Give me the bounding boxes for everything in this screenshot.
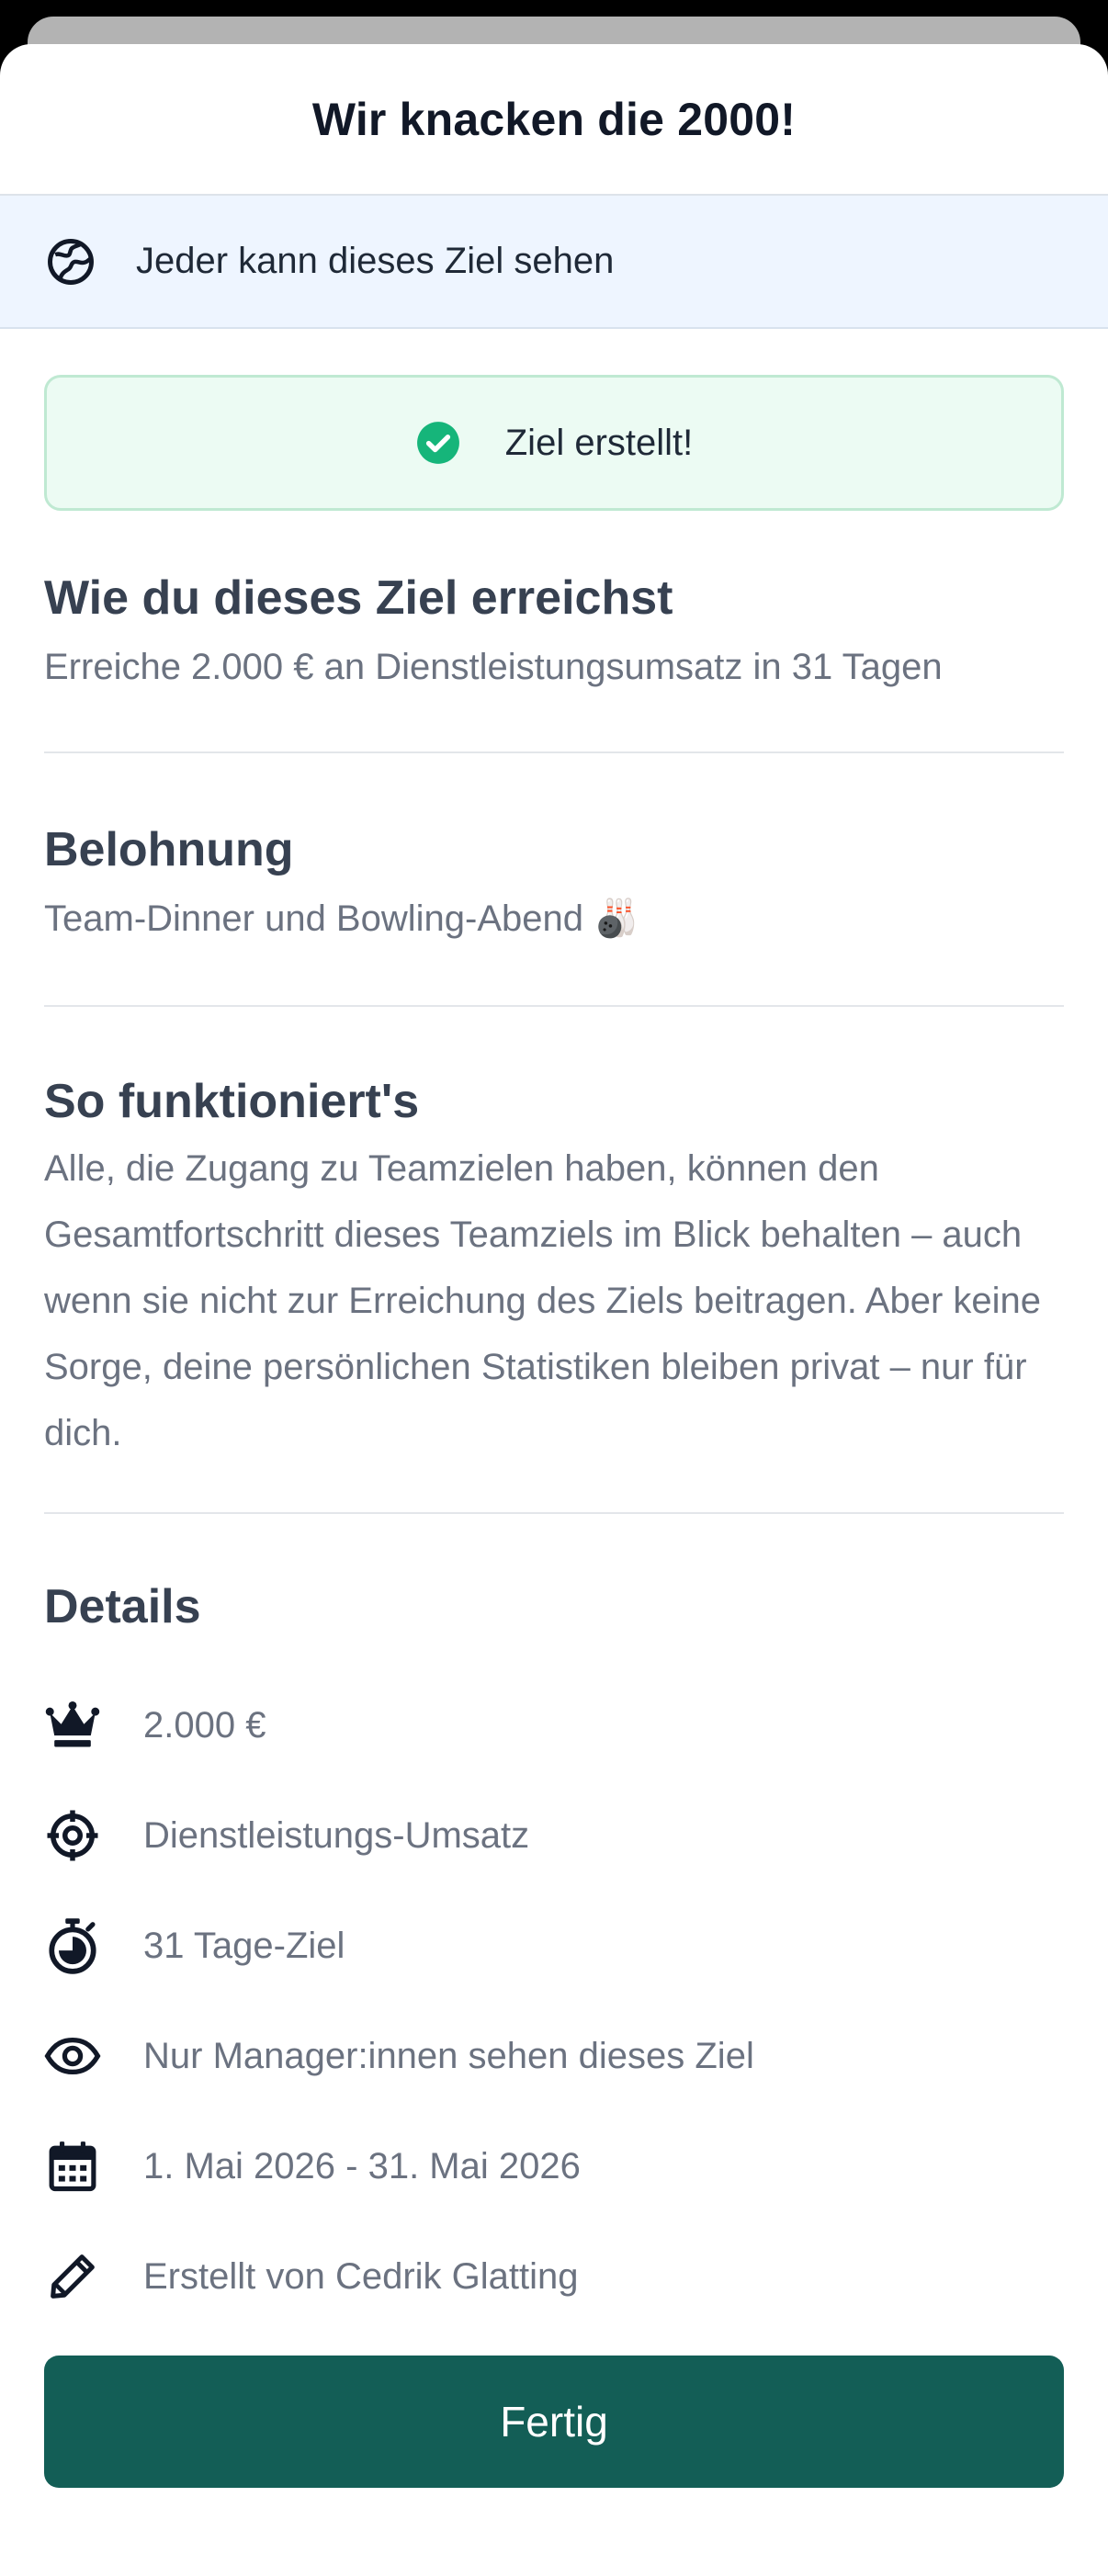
details-section: Details 2.000 € Dienstleistungs-Umsatz 3… [44,1514,1064,2332]
crown-icon [44,1697,101,1754]
how-to-title: Wie du dieses Ziel erreichst [44,571,673,625]
detail-text: Dienstleistungs-Umsatz [143,1814,530,1856]
pencil-icon [44,2248,101,2305]
detail-text: Nur Manager:innen sehen dieses Ziel [143,2035,754,2076]
detail-created-by: Erstellt von Cedrik Glatting [44,2221,1064,2332]
success-message: Ziel erstellt! [44,375,1064,511]
detail-metric: Dienstleistungs-Umsatz [44,1780,1064,1891]
detail-text: 31 Tage-Ziel [143,1925,345,1966]
reward-body: Team-Dinner und Bowling-Abend 🎳 [44,898,639,939]
success-text: Ziel erstellt! [504,422,694,463]
visibility-text: Jeder kann dieses Ziel sehen [136,241,615,281]
sheet-content: Ziel erstellt! Wie du dieses Ziel erreic… [0,375,1108,2332]
crosshair-icon [44,1807,101,1864]
reward-title: Belohnung [44,823,294,876]
goal-created-sheet: Wir knacken die 2000! Jeder kann dieses … [0,44,1108,2576]
check-circle-icon [415,420,461,466]
how-to-body: Erreiche 2.000 € an Dienstleistungsumsat… [44,647,943,687]
sheet-header: Wir knacken die 2000! [0,44,1108,196]
globe-icon [44,235,97,288]
how-it-works-body: Alle, die Zugang zu Teamzielen haben, kö… [44,1148,1042,1453]
detail-text: Erstellt von Cedrik Glatting [143,2255,579,2297]
how-it-works-section: So funktioniert's Alle, die Zugang zu Te… [44,1007,1064,1514]
detail-duration: 31 Tage-Ziel [44,1891,1064,2001]
details-title: Details [44,1580,201,1633]
stopwatch-icon [44,1917,101,1974]
visibility-banner: Jeder kann dieses Ziel sehen [0,196,1108,329]
detail-date-range: 1. Mai 2026 - 31. Mai 2026 [44,2111,1064,2221]
reward-section: Belohnung Team-Dinner und Bowling-Abend … [44,753,1064,1007]
how-it-works-title: So funktioniert's [44,1075,420,1128]
detail-target-amount: 2.000 € [44,1670,1064,1780]
calendar-icon [44,2138,101,2195]
detail-text: 1. Mai 2026 - 31. Mai 2026 [143,2145,581,2186]
how-to-section: Wie du dieses Ziel erreichst Erreiche 2.… [44,511,1064,753]
done-button[interactable]: Fertig [44,2356,1064,2488]
eye-icon [44,2028,101,2085]
sheet-title: Wir knacken die 2000! [311,93,797,145]
detail-text: 2.000 € [143,1704,266,1746]
detail-visibility: Nur Manager:innen sehen dieses Ziel [44,2001,1064,2111]
